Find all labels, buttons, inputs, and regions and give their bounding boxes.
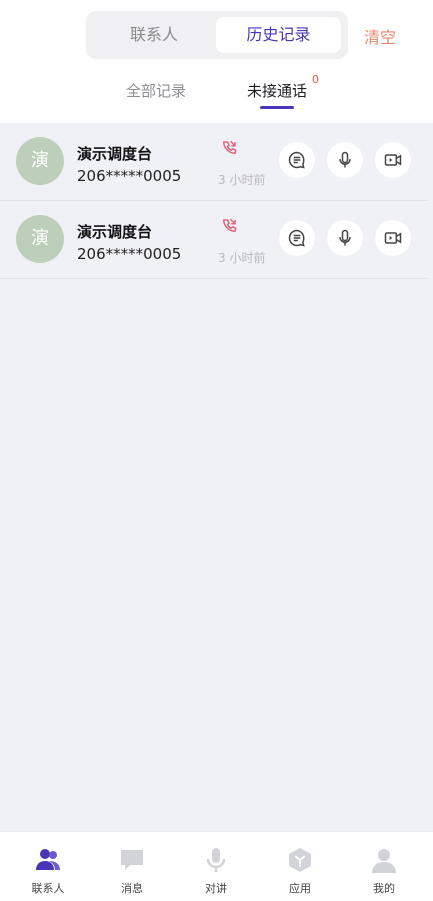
message-icon <box>288 151 305 169</box>
header-area: 联系人 历史记录 清空 全部记录 未接通话 0 <box>0 0 433 123</box>
contact-name: 演示调度台 <box>77 223 153 241</box>
tab-history[interactable]: 历史记录 <box>216 17 341 53</box>
nav-contacts[interactable]: 联系人 <box>5 832 91 901</box>
message-button[interactable] <box>279 220 315 256</box>
voice-call-button[interactable] <box>327 142 363 178</box>
nav-label: 联系人 <box>31 882 65 895</box>
nav-profile[interactable]: 我的 <box>341 832 427 901</box>
nav-messages[interactable]: 消息 <box>89 832 175 901</box>
microphone-icon <box>339 229 351 246</box>
subtab-missed-calls[interactable]: 未接通话 <box>247 80 307 101</box>
contact-number: 206*****0005 <box>77 167 182 185</box>
microphone-icon <box>339 151 351 168</box>
subtab-all-records[interactable]: 全部记录 <box>126 80 186 101</box>
nav-label: 消息 <box>121 882 143 895</box>
nav-apps[interactable]: 应用 <box>257 832 343 901</box>
call-time: 3 小时前 <box>218 251 266 265</box>
contacts-icon <box>36 849 60 870</box>
segmented-control: 联系人 历史记录 <box>86 11 348 59</box>
missed-count-badge: 0 <box>312 73 319 86</box>
nav-intercom[interactable]: 对讲 <box>173 832 259 901</box>
message-icon <box>121 850 143 870</box>
apps-icon <box>289 848 311 872</box>
nav-label: 应用 <box>289 882 311 895</box>
video-icon <box>384 232 402 244</box>
missed-call-icon <box>223 140 237 154</box>
video-call-button[interactable] <box>375 220 411 256</box>
bottom-nav: 联系人 消息 对讲 应用 我的 <box>0 831 433 901</box>
row-divider <box>0 278 429 279</box>
call-time: 3 小时前 <box>218 173 266 187</box>
avatar: 演 <box>16 137 64 185</box>
avatar: 演 <box>16 215 64 263</box>
video-call-button[interactable] <box>375 142 411 178</box>
contact-number: 206*****0005 <box>77 245 182 263</box>
intercom-mic-icon <box>206 848 226 872</box>
tab-contacts[interactable]: 联系人 <box>92 17 216 53</box>
contact-name: 演示调度台 <box>77 145 153 163</box>
active-tab-indicator <box>260 106 294 109</box>
nav-label: 对讲 <box>205 882 227 895</box>
clear-button[interactable]: 清空 <box>364 24 396 48</box>
call-row[interactable]: 演 演示调度台 206*****0005 3 小时前 <box>0 123 433 201</box>
message-icon <box>288 229 305 247</box>
voice-call-button[interactable] <box>327 220 363 256</box>
message-button[interactable] <box>279 142 315 178</box>
profile-icon <box>372 849 396 873</box>
nav-label: 我的 <box>373 882 395 895</box>
video-icon <box>384 154 402 166</box>
call-row[interactable]: 演 演示调度台 206*****0005 3 小时前 <box>0 201 433 279</box>
missed-call-icon <box>223 218 237 232</box>
